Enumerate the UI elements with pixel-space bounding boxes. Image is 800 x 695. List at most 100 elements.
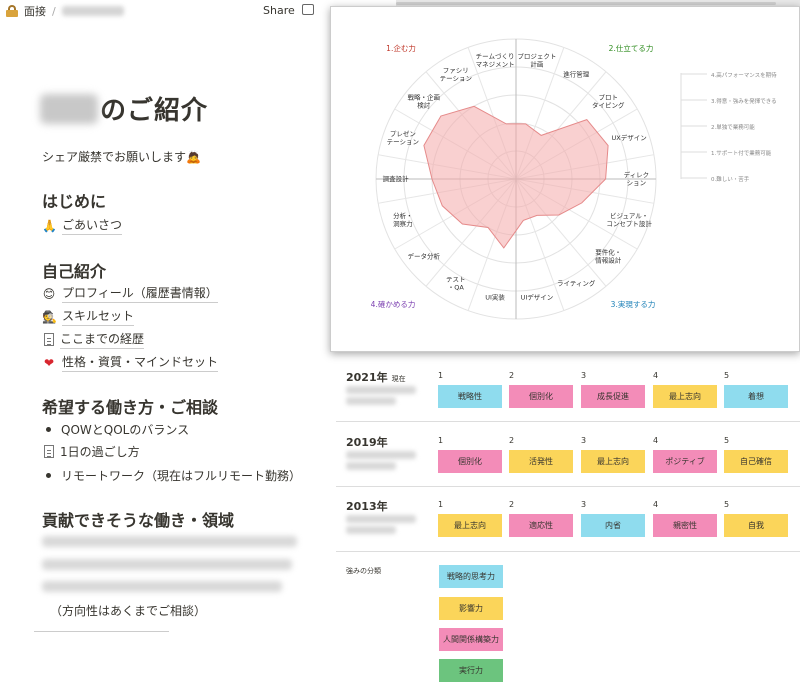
- divider: [34, 631, 169, 632]
- radar-axis-label: UIデザイン: [521, 293, 554, 302]
- rank-number: 1: [438, 500, 444, 509]
- link-profile[interactable]: 😊 プロフィール（履歴書情報）: [42, 284, 218, 303]
- radar-axis-label: UI実装: [485, 293, 505, 302]
- rank-number: 4: [653, 500, 659, 509]
- link-greeting-label: ごあいさつ: [62, 216, 123, 235]
- blurred-text: [346, 397, 396, 405]
- list-item: リモートワーク（現在はフルリモート勤務）: [46, 467, 301, 484]
- contrib-note: （方向性はあくまでご相談）: [50, 604, 207, 618]
- radar-quadrant-label: 3.実現する力: [611, 299, 656, 309]
- detective-icon: 🕵: [42, 309, 57, 324]
- lock-icon: [6, 5, 18, 17]
- level-legend-label: 4.高パフォーマンスを期待: [711, 71, 777, 79]
- strength-category: 実行力: [439, 659, 503, 682]
- link-daily-label: 1日の過ごし方: [60, 445, 140, 459]
- rank-number: 1: [438, 436, 444, 445]
- blurred-text: [42, 581, 282, 592]
- rank-number: 3: [581, 436, 587, 445]
- bullet-icon: [46, 427, 51, 432]
- link-daily[interactable]: 1日の過ごし方: [42, 443, 140, 460]
- link-greeting[interactable]: 🙏 ごあいさつ: [42, 216, 123, 235]
- strength-cell: 親密性: [653, 514, 717, 537]
- rank-number: 1: [438, 371, 444, 380]
- year-label: 2013年: [346, 500, 388, 513]
- radar-axis-label: プロジェクト計画: [517, 52, 556, 68]
- rank-number: 4: [653, 371, 659, 380]
- page-title-text: のご紹介: [100, 96, 209, 126]
- radar-axis-label: 戦略・企画検討: [408, 93, 441, 110]
- radar-axis-label: ライティング: [557, 278, 596, 287]
- strength-category: 影響力: [439, 597, 503, 620]
- radar-axis-label: ビジュアル・コンセプト設計: [606, 211, 652, 228]
- rank-number: 5: [724, 500, 730, 509]
- list-item-label: リモートワーク（現在はフルリモート勤務）: [61, 469, 302, 483]
- radar-axis-label: 調査設計: [383, 174, 410, 183]
- radar-axis-label: データ分析: [408, 251, 441, 260]
- share-button[interactable]: Share: [263, 4, 295, 17]
- divider: [336, 551, 800, 552]
- row-divider: [336, 421, 800, 422]
- level-legend-label: 2.単独で業務可能: [711, 123, 755, 131]
- page-icon: [44, 333, 54, 346]
- blurred-text: [346, 462, 396, 470]
- radar-axis-label: チームづくりマネジメント: [476, 51, 515, 68]
- strength-cell: 個別化: [438, 450, 502, 473]
- radar-axis-label: テスト・QA: [446, 275, 466, 291]
- radar-quadrant-label: 4.確かめる力: [371, 299, 416, 309]
- heading-intro: はじめに: [42, 192, 107, 211]
- breadcrumb-blurred-page[interactable]: [61, 6, 124, 16]
- blurred-name: [40, 93, 98, 124]
- blurred-text: [346, 451, 416, 459]
- page-title: のご紹介: [40, 90, 208, 127]
- radar-axis-label: 要件化・情報設計: [595, 247, 622, 264]
- link-career[interactable]: ここまでの経歴: [42, 330, 145, 349]
- page-icon: [44, 445, 54, 458]
- rank-number: 2: [509, 371, 515, 380]
- rank-number: 2: [509, 436, 515, 445]
- heading-contrib: 貢献できそうな働き・領域: [42, 511, 235, 530]
- radar-chart: プロジェクト計画進行管理プロトタイピング UXデザインディレクションビジュアル・コ…: [371, 38, 777, 320]
- blurred-text: [346, 515, 416, 523]
- breadcrumb-title[interactable]: 面接: [24, 3, 46, 19]
- rank-number: 5: [724, 371, 730, 380]
- level-legend-label: 0.難しい・苦手: [711, 175, 750, 183]
- praying-hands-icon: 🙏: [42, 218, 57, 233]
- strength-cell: 着想: [724, 385, 788, 408]
- radar-axis-label: プレゼンテーション: [387, 129, 419, 146]
- blurred-text: [42, 559, 292, 570]
- strength-cell: 活発性: [509, 450, 573, 473]
- subtitle: シェア厳禁でお願いします🙇: [42, 150, 201, 164]
- link-skillset[interactable]: 🕵 スキルセット: [42, 307, 135, 326]
- year-label: 2019年: [346, 436, 388, 449]
- radar-series-area: [423, 105, 609, 249]
- strength-cell: 最上志向: [581, 450, 645, 473]
- radar-axis-label: ディレクション: [624, 170, 650, 187]
- row-divider: [336, 486, 800, 487]
- rank-number: 2: [509, 500, 515, 509]
- strength-cell: 自我: [724, 514, 788, 537]
- blurred-text: [346, 386, 416, 394]
- strength-cell: 成長促進: [581, 385, 645, 408]
- link-personality[interactable]: ❤ 性格・資質・マインドセット: [42, 353, 219, 372]
- radar-quadrant-label: 2.仕立てる力: [609, 43, 654, 53]
- breadcrumb-separator: /: [52, 4, 56, 18]
- blurred-text: [42, 536, 297, 547]
- list-item-label: QOWとQOLのバランス: [61, 423, 190, 437]
- strength-category: 戦略的思考力: [439, 565, 503, 588]
- document: のご紹介 シェア厳禁でお願いします🙇 はじめに 🙏 ごあいさつ 自己紹介 😊 プ…: [0, 22, 330, 695]
- radar-axis-label: 進行管理: [563, 70, 590, 79]
- year-tag: 現在: [391, 375, 406, 383]
- heading-work: 希望する働き方・ご相談: [42, 398, 219, 417]
- level-legend-label: 1.サポート付で業務可能: [711, 149, 772, 157]
- blurred-text: [346, 526, 396, 534]
- smile-icon: 😊: [42, 286, 56, 301]
- category-title: 強みの分類: [346, 567, 381, 575]
- strength-cell: 最上志向: [438, 514, 502, 537]
- comment-icon[interactable]: [302, 4, 314, 15]
- strength-cell: 内省: [581, 514, 645, 537]
- strength-cell: 適応性: [509, 514, 573, 537]
- year-label: 2021年 現在: [346, 371, 406, 384]
- level-legend-label: 3.得意・強みを発揮できる: [711, 97, 777, 105]
- rank-number: 4: [653, 436, 659, 445]
- heart-icon: ❤: [43, 355, 55, 370]
